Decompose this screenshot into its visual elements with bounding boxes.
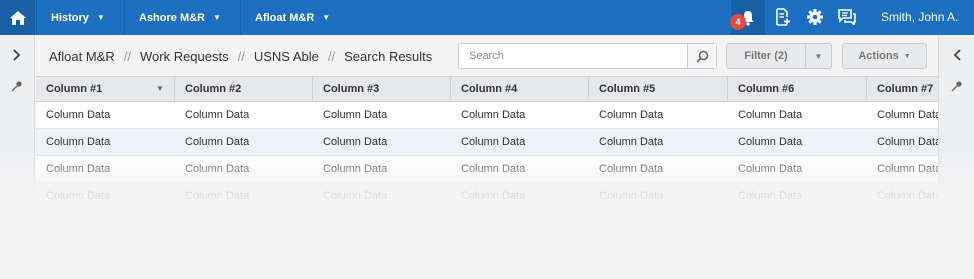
nav-label: Afloat M&R <box>255 11 315 24</box>
table-cell: Column Data <box>46 190 111 202</box>
column-header-5[interactable]: Column #5 <box>589 77 728 102</box>
table-cell: Column Data <box>738 190 803 202</box>
nav-label: History <box>51 11 89 24</box>
column-header-6[interactable]: Column #6 <box>728 77 867 102</box>
breadcrumb: Afloat M&R // Work Requests // USNS Able // Se… <box>49 49 432 64</box>
left-sidebar-rail <box>0 35 35 279</box>
caret-down-icon: ▼ <box>903 52 911 60</box>
breadcrumb-separator: // <box>327 49 336 64</box>
table-cell: Column Data <box>185 136 250 148</box>
table-cell: Column Data <box>738 163 803 175</box>
pin-icon <box>951 81 962 92</box>
messages-button[interactable] <box>837 7 857 27</box>
settings-button[interactable] <box>805 7 825 27</box>
column-header-3[interactable]: Column #3 <box>313 77 451 102</box>
caret-down-icon: ▼ <box>814 51 823 61</box>
table-cell: Column Data <box>877 109 938 121</box>
table-row[interactable]: Column Data Column Data Column Data Column … <box>36 183 938 210</box>
table-cell: Column Data <box>323 136 388 148</box>
chevron-left-icon <box>953 49 961 61</box>
breadcrumb-item-current: Search Results <box>344 49 433 64</box>
notification-count-badge: 4 <box>730 14 746 30</box>
table-cell: Column Data <box>599 109 664 121</box>
home-icon <box>9 10 26 25</box>
gear-icon <box>807 9 823 25</box>
table-cell: Column Data <box>461 109 526 121</box>
search-input[interactable] <box>459 44 688 68</box>
nav-ashore-mr[interactable]: Ashore M&R ▼ <box>124 0 240 35</box>
document-add-icon <box>776 8 790 26</box>
table-row[interactable]: Column Data Column Data Column Data Column … <box>36 129 938 156</box>
search-box <box>458 43 717 69</box>
breadcrumb-item-afloat[interactable]: Afloat M&R <box>49 49 115 64</box>
collapse-panel-button[interactable] <box>950 48 964 62</box>
table-cell: Column Data <box>323 163 388 175</box>
nav-afloat-mr[interactable]: Afloat M&R ▼ <box>240 0 350 35</box>
column-header-1[interactable]: Column #1 ▼ <box>36 77 175 102</box>
table-cell: Column Data <box>185 190 250 202</box>
search-icon <box>696 50 708 62</box>
table-cell: Column Data <box>461 190 526 202</box>
chevron-right-icon <box>13 49 21 61</box>
filter-button[interactable]: Filter (2) <box>726 43 806 69</box>
pin-icon <box>11 81 22 92</box>
table-cell: Column Data <box>599 136 664 148</box>
home-button[interactable] <box>0 0 35 35</box>
actions-label: Actions <box>858 50 899 62</box>
table-cell: Column Data <box>738 136 803 148</box>
breadcrumb-separator: // <box>123 49 131 64</box>
table-cell: Column Data <box>46 136 111 148</box>
table-cell: Column Data <box>599 163 664 175</box>
pin-sidebar-button[interactable] <box>10 79 24 93</box>
column-header-2[interactable]: Column #2 <box>175 77 313 102</box>
caret-down-icon: ▼ <box>322 13 331 22</box>
caret-down-icon: ▼ <box>213 13 221 22</box>
search-button[interactable] <box>687 44 716 68</box>
column-header-label: Column #1 <box>46 83 103 95</box>
table-cell: Column Data <box>46 163 111 175</box>
new-request-button[interactable] <box>773 7 793 27</box>
nav-label: Ashore M&R <box>139 11 206 24</box>
table-cell: Column Data <box>877 190 938 202</box>
breadcrumb-item-work-requests[interactable]: Work Requests <box>140 49 229 64</box>
table-cell: Column Data <box>185 163 250 175</box>
table-cell: Column Data <box>323 190 388 202</box>
table-cell: Column Data <box>877 136 938 148</box>
table-cell: Column Data <box>461 136 526 148</box>
breadcrumb-item-ship[interactable]: USNS Able <box>254 49 319 64</box>
pin-panel-button[interactable] <box>950 79 964 93</box>
top-navigation-bar: History ▼ Ashore M&R ▼ Afloat M&R ▼ 4 Sm… <box>0 0 974 35</box>
column-header-7[interactable]: Column #7 <box>867 77 938 102</box>
table-row[interactable]: Column Data Column Data Column Data Column … <box>36 156 938 183</box>
grid-header-row: Column #1 ▼ Column #2 Column #3 Column #4… <box>36 76 938 102</box>
nav-history[interactable]: History ▼ <box>36 0 124 35</box>
filter-dropdown-button[interactable]: ▼ <box>806 43 832 69</box>
user-menu[interactable]: Smith, John A. <box>881 10 958 24</box>
chat-icon <box>838 9 856 25</box>
table-cell: Column Data <box>185 109 250 121</box>
table-cell: Column Data <box>323 109 388 121</box>
expand-sidebar-button[interactable] <box>10 48 24 62</box>
right-sidebar-rail <box>938 35 974 279</box>
caret-down-icon: ▼ <box>96 13 105 22</box>
table-cell: Column Data <box>738 109 803 121</box>
table-cell: Column Data <box>877 163 938 175</box>
column-header-4[interactable]: Column #4 <box>451 77 589 102</box>
breadcrumb-separator: // <box>237 49 245 64</box>
table-row[interactable]: Column Data Column Data Column Data Column … <box>36 102 938 129</box>
table-cell: Column Data <box>461 163 526 175</box>
table-cell: Column Data <box>599 190 664 202</box>
results-grid: Column #1 ▼ Column #2 Column #3 Column #4… <box>36 76 938 279</box>
actions-button[interactable]: Actions ▼ <box>842 43 927 69</box>
table-cell: Column Data <box>46 109 111 121</box>
sort-caret-icon[interactable]: ▼ <box>156 77 164 101</box>
